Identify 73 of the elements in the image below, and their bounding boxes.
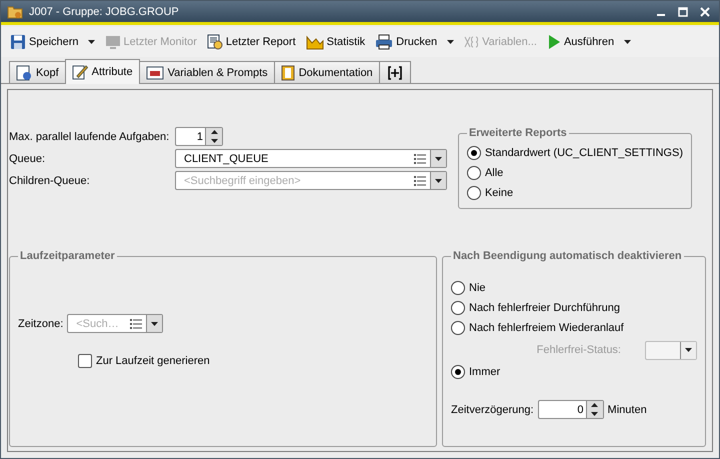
dropdown-button[interactable] — [430, 150, 446, 167]
up-arrow-icon — [591, 403, 598, 408]
queue-combobox[interactable]: CLIENT_QUEUE — [175, 149, 447, 168]
dropdown-button[interactable] — [146, 315, 162, 332]
window-title: J007 - Gruppe: JOBG.GROUP — [29, 6, 180, 18]
list-icon — [414, 176, 426, 186]
checkbox-option[interactable]: Zur Laufzeit generieren — [78, 351, 210, 371]
radio-option[interactable]: Alle — [466, 163, 683, 183]
number-field[interactable]: 1 — [175, 127, 223, 146]
tab[interactable]: Attribute — [64, 59, 140, 84]
variables-icon — [463, 34, 480, 50]
chart-icon — [306, 34, 324, 50]
toolbar-button[interactable]: Speichern — [7, 32, 82, 52]
caret-icon — [151, 322, 158, 326]
radio-option[interactable]: Keine — [466, 183, 683, 203]
number-field[interactable]: 0 — [538, 400, 604, 419]
radio-button[interactable] — [466, 186, 481, 200]
toolbar-button[interactable]: Drucken — [372, 32, 440, 52]
variables-icon — [146, 66, 164, 80]
radio-button[interactable] — [451, 301, 465, 315]
caret-icon — [446, 40, 454, 44]
up-arrow-icon — [210, 130, 218, 134]
caret-icon — [435, 178, 442, 182]
unit-label: Minuten — [608, 404, 647, 416]
down-arrow-icon — [591, 412, 598, 416]
radio-button[interactable] — [451, 365, 465, 379]
printer-icon — [375, 34, 394, 50]
tab[interactable]: Kopf — [9, 61, 66, 83]
checkbox[interactable] — [78, 354, 92, 368]
folder-gear-icon — [7, 4, 23, 18]
caret-icon — [685, 348, 692, 352]
group-title: Laufzeitparameter — [19, 250, 116, 262]
monitor-icon — [104, 34, 121, 50]
radio-button[interactable] — [466, 166, 481, 180]
radio-option[interactable]: Nach fehlerfreiem Wiederanlauf — [451, 318, 697, 338]
caret-icon — [88, 40, 96, 44]
list-icon — [130, 318, 142, 328]
radio-button[interactable] — [451, 321, 465, 335]
radio-option[interactable]: Immer — [451, 362, 697, 382]
radio-button[interactable] — [466, 146, 481, 160]
dropdown-button[interactable] — [680, 342, 696, 358]
field-label: Max. parallel laufende Aufgaben: — [9, 130, 170, 142]
caret-icon — [624, 40, 631, 44]
field-label: Queue: — [9, 152, 46, 164]
field-label: Children-Queue: — [9, 174, 91, 186]
close-icon — [700, 6, 710, 16]
tab[interactable]: Dokumentation — [274, 61, 380, 83]
toolbar-button[interactable]: Letzter Report — [204, 32, 299, 52]
caret-icon — [435, 156, 442, 160]
minimize-icon — [657, 14, 665, 16]
radio-option[interactable]: Standardwert (UC_CLIENT_SETTINGS) — [466, 143, 683, 163]
add-tab-button[interactable] — [378, 61, 411, 83]
radio-button[interactable] — [451, 281, 465, 295]
plus-icon — [388, 66, 402, 80]
info-page-icon — [16, 64, 32, 80]
toolbar-button[interactable]: Statistik — [302, 32, 368, 52]
list-icon — [414, 154, 426, 164]
radio-option[interactable]: Nie — [451, 278, 697, 298]
book-icon — [280, 64, 295, 80]
maximize-icon — [678, 6, 688, 16]
play-icon — [546, 34, 561, 50]
tab[interactable]: Variablen & Prompts — [138, 61, 275, 83]
field-label: Fehlerfrei-Status: — [536, 344, 621, 356]
pencil-page-icon — [72, 64, 88, 80]
radio-option[interactable]: Nach fehlerfreier Durchführung — [451, 298, 697, 318]
field-label: Zeitzone: — [18, 318, 64, 330]
report-clock-icon — [206, 34, 223, 50]
dropdown-button[interactable] — [430, 172, 446, 189]
toolbar-button[interactable]: Ausführen — [544, 32, 618, 52]
field-label: Zeitverzögerung: — [451, 404, 534, 416]
group-title: Nach Beendigung automatisch deaktivieren — [452, 250, 683, 262]
group-title: Erweiterte Reports — [468, 127, 568, 139]
down-arrow-icon — [210, 138, 218, 143]
